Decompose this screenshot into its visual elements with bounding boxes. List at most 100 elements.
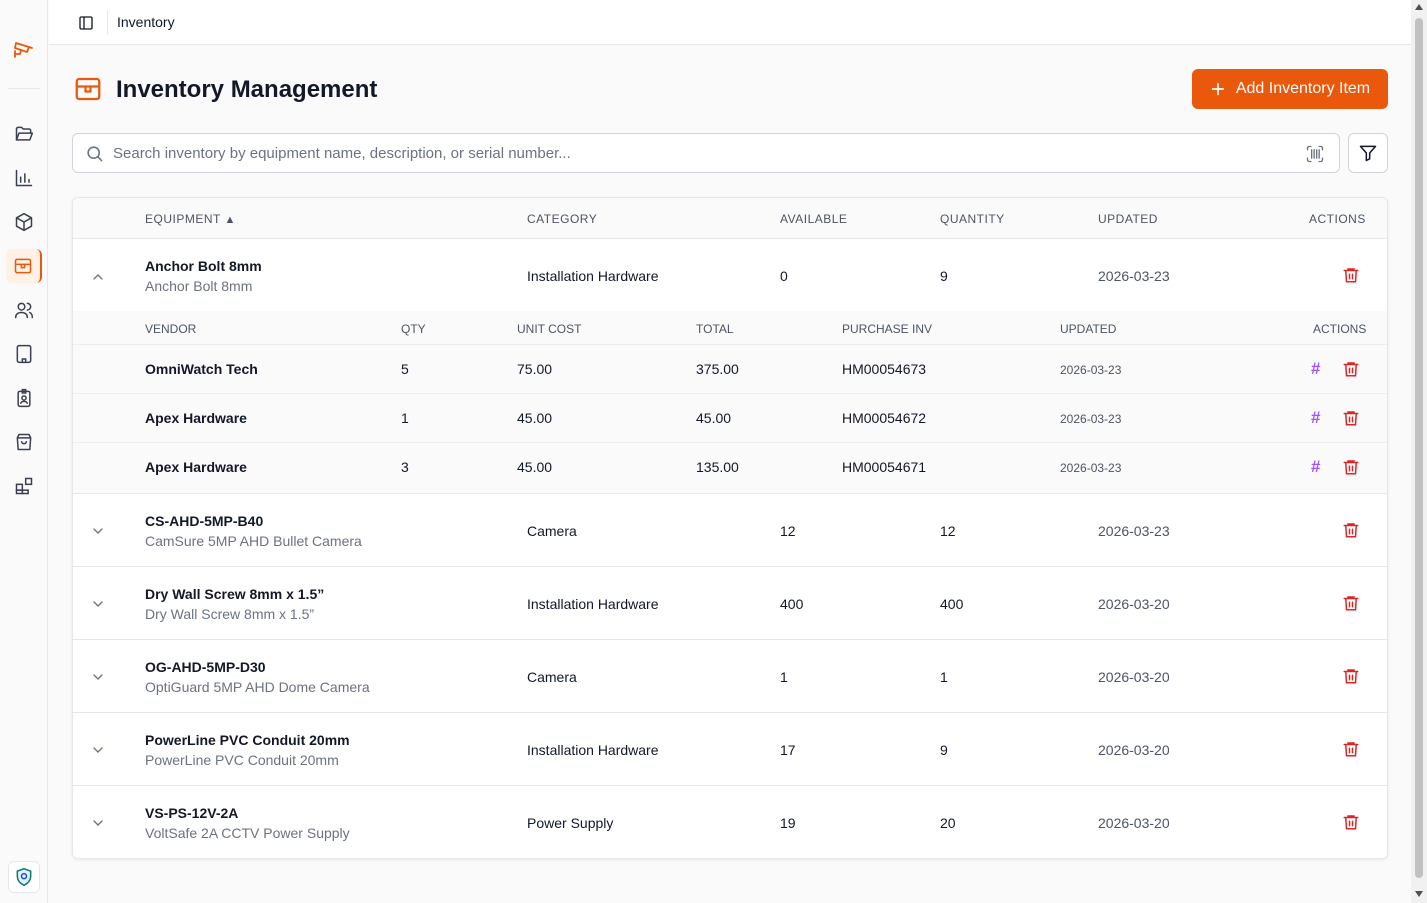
- scroll-up-icon[interactable]: [1415, 4, 1423, 10]
- plus-icon: [1211, 82, 1225, 96]
- equipment-name: CS-AHD-5MP-B40: [145, 513, 264, 529]
- updated-cell: 2026-03-23: [1098, 523, 1170, 539]
- trash-icon[interactable]: [1342, 667, 1360, 685]
- column-header-updated[interactable]: UPDATED: [1098, 212, 1158, 226]
- table-row[interactable]: CS-AHD-5MP-B40 CamSure 5MP AHD Bullet Ca…: [73, 494, 1387, 567]
- purchase-subtable: VENDOR QTY UNIT COST TOTAL PURCHASE INV …: [73, 311, 1387, 494]
- equipment-name: VS-PS-12V-2A: [145, 805, 239, 821]
- table-row[interactable]: PowerLine PVC Conduit 20mm PowerLine PVC…: [73, 713, 1387, 786]
- hash-icon[interactable]: #: [1311, 409, 1320, 427]
- category-cell: Installation Hardware: [527, 596, 659, 612]
- subcolumn-actions: ACTIONS: [1313, 322, 1367, 336]
- trash-icon[interactable]: [1342, 458, 1360, 476]
- add-inventory-item-label: Add Inventory Item: [1235, 80, 1371, 97]
- available-cell: 1: [780, 669, 788, 685]
- quantity-cell: 1: [940, 669, 948, 685]
- blocks-icon: [15, 477, 33, 495]
- filter-button[interactable]: [1348, 133, 1388, 173]
- chevron-up-icon[interactable]: [90, 269, 106, 285]
- sidebar-toggle-button[interactable]: [75, 12, 97, 34]
- inventory-table: EQUIPMENT ▲ CATEGORY AVAILABLE QUANTITY …: [72, 197, 1388, 859]
- subcolumn-unit-cost: UNIT COST: [517, 322, 582, 336]
- cctv-camera-icon[interactable]: [10, 34, 38, 62]
- chevron-down-icon[interactable]: [90, 742, 106, 758]
- column-header-available[interactable]: AVAILABLE: [780, 212, 847, 226]
- updated-cell: 2026-03-23: [1098, 268, 1170, 284]
- table-row[interactable]: Dry Wall Screw 8mm x 1.5” Dry Wall Screw…: [73, 567, 1387, 640]
- category-cell: Power Supply: [527, 815, 614, 831]
- purchase-inv-cell: HM00054673: [842, 361, 927, 377]
- scrollbar[interactable]: [1411, 0, 1427, 903]
- sidebar-item-shop[interactable]: [6, 425, 42, 459]
- table-row[interactable]: OG-AHD-5MP-D30 OptiGuard 5MP AHD Dome Ca…: [73, 640, 1387, 713]
- chevron-down-icon[interactable]: [90, 596, 106, 612]
- panel-left-icon: [79, 16, 93, 30]
- quantity-cell: 20: [940, 815, 956, 831]
- sidebar-account-button[interactable]: [8, 861, 40, 893]
- search-input[interactable]: [113, 134, 1293, 172]
- available-cell: 19: [780, 815, 796, 831]
- scrollbar-thumb[interactable]: [1415, 18, 1423, 878]
- quantity-cell: 9: [940, 742, 948, 758]
- scroll-down-icon[interactable]: [1415, 891, 1423, 897]
- updated-cell: 2026-03-20: [1098, 815, 1170, 831]
- trash-icon[interactable]: [1342, 266, 1360, 284]
- equipment-name: Anchor Bolt 8mm: [145, 258, 262, 274]
- equipment-name: OG-AHD-5MP-D30: [145, 659, 266, 675]
- subtable-header: VENDOR QTY UNIT COST TOTAL PURCHASE INV …: [73, 311, 1387, 345]
- chevron-down-icon[interactable]: [90, 815, 106, 831]
- trash-icon[interactable]: [1342, 409, 1360, 427]
- users-icon: [14, 302, 34, 319]
- purchase-updated-cell: 2026-03-23: [1060, 461, 1122, 475]
- hash-icon[interactable]: #: [1311, 458, 1320, 476]
- purchase-row: OmniWatch Tech 5 75.00 375.00 HM00054673…: [73, 345, 1387, 394]
- store-icon: [14, 258, 32, 274]
- equipment-description: VoltSafe 2A CCTV Power Supply: [145, 825, 350, 841]
- breadcrumb: Inventory: [117, 14, 175, 30]
- sidebar-item-reports[interactable]: [6, 161, 42, 195]
- purchase-row: Apex Hardware 3 45.00 135.00 HM00054671 …: [73, 443, 1387, 492]
- purchase-inv-cell: HM00054671: [842, 459, 927, 475]
- sidebar-item-staff[interactable]: [6, 381, 42, 415]
- updated-cell: 2026-03-20: [1098, 596, 1170, 612]
- barcode-scan-icon[interactable]: [1305, 144, 1325, 164]
- chevron-down-icon[interactable]: [90, 523, 106, 539]
- search-icon: [87, 146, 103, 162]
- subcolumn-updated: UPDATED: [1060, 322, 1117, 336]
- updated-cell: 2026-03-20: [1098, 742, 1170, 758]
- trash-icon[interactable]: [1342, 813, 1360, 831]
- available-cell: 17: [780, 742, 796, 758]
- trash-icon[interactable]: [1342, 594, 1360, 612]
- column-header-quantity[interactable]: QUANTITY: [940, 212, 1005, 226]
- package-icon: [15, 212, 33, 232]
- hash-icon[interactable]: #: [1311, 360, 1320, 378]
- vendor-cell: Apex Hardware: [145, 459, 247, 475]
- add-inventory-item-button[interactable]: Add Inventory Item: [1192, 69, 1388, 109]
- table-row[interactable]: Anchor Bolt 8mm Anchor Bolt 8mm Installa…: [73, 239, 1387, 312]
- category-cell: Camera: [527, 523, 577, 539]
- subcolumn-purchase-inv: PURCHASE INV: [842, 322, 933, 336]
- column-header-equipment[interactable]: EQUIPMENT ▲: [145, 212, 236, 226]
- sidebar-item-buildings[interactable]: [6, 337, 42, 371]
- table-row[interactable]: VS-PS-12V-2A VoltSafe 2A CCTV Power Supp…: [73, 786, 1387, 858]
- building-icon: [16, 344, 32, 364]
- trash-icon[interactable]: [1342, 360, 1360, 378]
- sidebar-item-users[interactable]: [6, 293, 42, 327]
- sidebar-item-inventory[interactable]: [6, 249, 42, 283]
- chevron-down-icon[interactable]: [90, 669, 106, 685]
- available-cell: 12: [780, 523, 796, 539]
- trash-icon[interactable]: [1342, 521, 1360, 539]
- sidebar-item-products[interactable]: [6, 205, 42, 239]
- qty-cell: 1: [401, 410, 409, 426]
- store-icon: [73, 74, 103, 104]
- unit-cost-cell: 45.00: [517, 410, 553, 426]
- id-badge-icon: [17, 388, 31, 408]
- equipment-name: Dry Wall Screw 8mm x 1.5”: [145, 586, 325, 602]
- column-header-category[interactable]: CATEGORY: [527, 212, 597, 226]
- equipment-description: Dry Wall Screw 8mm x 1.5”: [145, 606, 315, 622]
- sidebar-divider: [8, 88, 40, 89]
- sidebar-item-integrations[interactable]: [6, 469, 42, 503]
- sidebar-item-projects[interactable]: [6, 117, 42, 151]
- qty-cell: 3: [401, 459, 409, 475]
- trash-icon[interactable]: [1342, 740, 1360, 758]
